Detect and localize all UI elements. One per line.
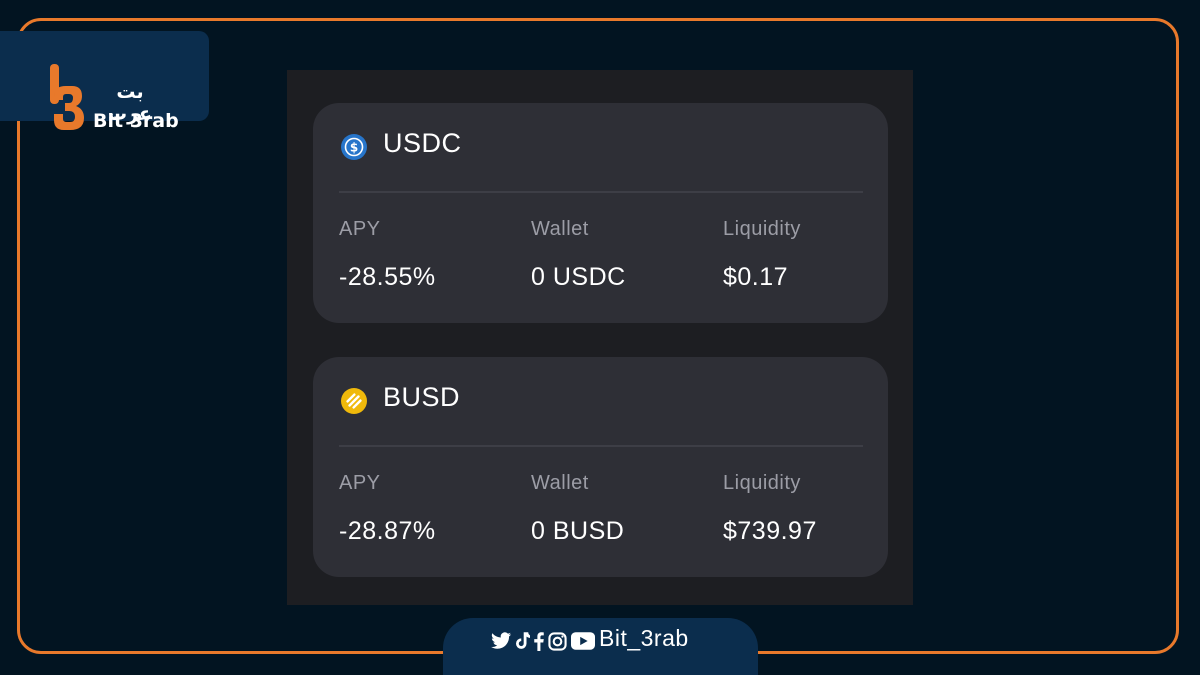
wallet-label: Wallet xyxy=(531,472,589,494)
apy-value: -28.87% xyxy=(339,517,436,545)
wallet-value: 0 BUSD xyxy=(531,517,625,545)
twitter-icon[interactable] xyxy=(491,632,512,654)
market-card-busd[interactable]: BUSD APY Wallet Liquidity -28.87% 0 BUSD… xyxy=(313,357,888,577)
markets-panel: $ USDC APY Wallet Liquidity -28.55% 0 US… xyxy=(287,70,913,605)
token-name: USDC xyxy=(383,128,462,158)
wallet-label: Wallet xyxy=(531,218,589,240)
social-icons xyxy=(491,631,595,655)
market-card-usdc[interactable]: $ USDC APY Wallet Liquidity -28.55% 0 US… xyxy=(313,103,888,323)
liquidity-value: $739.97 xyxy=(723,517,817,545)
brand-name-english: Bit 3rab xyxy=(93,110,179,132)
facebook-icon[interactable] xyxy=(534,631,544,655)
card-divider xyxy=(339,445,863,447)
usdc-icon: $ xyxy=(341,134,367,160)
liquidity-label: Liquidity xyxy=(723,472,801,494)
bit3rab-logo-icon xyxy=(50,64,84,130)
instagram-icon[interactable] xyxy=(548,631,567,655)
card-divider xyxy=(339,191,863,193)
social-handle: Bit_3rab xyxy=(599,625,689,651)
token-name: BUSD xyxy=(383,382,461,412)
apy-label: APY xyxy=(339,472,381,494)
liquidity-value: $0.17 xyxy=(723,263,789,291)
apy-value: -28.55% xyxy=(339,263,436,291)
busd-icon xyxy=(341,388,367,414)
youtube-icon[interactable] xyxy=(571,632,595,654)
liquidity-label: Liquidity xyxy=(723,218,801,240)
apy-label: APY xyxy=(339,218,381,240)
tiktok-icon[interactable] xyxy=(516,632,530,654)
svg-text:$: $ xyxy=(350,141,358,155)
brand-badge: بت عرب Bit 3rab xyxy=(0,31,209,132)
wallet-value: 0 USDC xyxy=(531,263,626,291)
social-bar: Bit_3rab xyxy=(443,618,758,675)
